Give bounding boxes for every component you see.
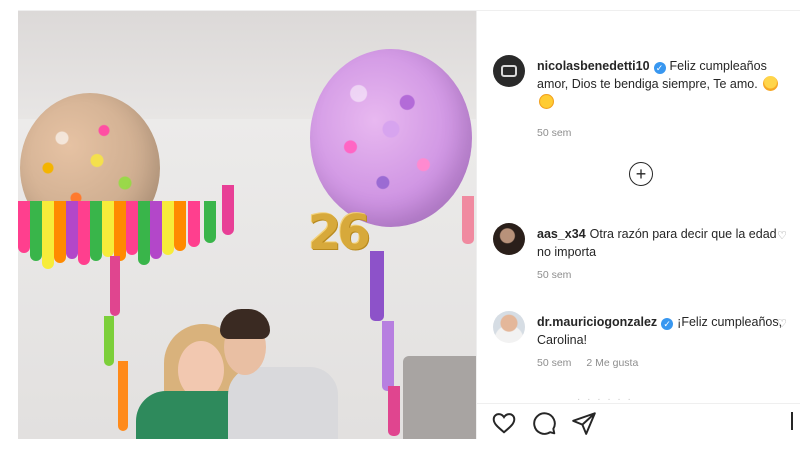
plus-circle-icon: + <box>635 164 647 184</box>
avatar[interactable] <box>493 311 525 343</box>
comment-time[interactable]: 50 sem <box>537 127 571 139</box>
comment-likes[interactable]: 2 Me gusta <box>586 357 638 369</box>
comment-text-block: dr.mauriciogonzalez ✓ ¡Feliz cumpleaños, C… <box>537 313 787 349</box>
comment-username[interactable]: aas_x34 <box>537 227 586 241</box>
send-icon[interactable] <box>571 410 597 436</box>
comment-meta: 50 sem 2 Me gusta <box>537 357 650 369</box>
kiss-emoji-icon <box>539 94 554 109</box>
comments-panel: nicolasbenedetti10 ✓ Feliz cumpleaños amor… <box>476 11 800 439</box>
comment-text-block: aas_x34 Otra razón para decir que la edad… <box>537 225 787 261</box>
comment-username[interactable]: nicolasbenedetti10 <box>537 59 650 73</box>
man-shirt <box>228 367 338 439</box>
face-emoji-icon <box>763 76 779 91</box>
man-hair <box>220 309 270 339</box>
comment-meta: 50 sem <box>537 269 583 281</box>
comment-icon[interactable] <box>531 410 557 436</box>
heart-icon[interactable] <box>491 410 517 436</box>
load-more-comments-button[interactable]: + <box>629 162 653 186</box>
comment-time[interactable]: 50 sem <box>537 269 571 281</box>
comment-username[interactable]: dr.mauriciogonzalez <box>537 315 657 329</box>
avatar[interactable] <box>493 223 525 255</box>
tassel-garland <box>18 185 258 291</box>
verified-badge-icon: ✓ <box>661 318 674 330</box>
instagram-post-window: 26 nicolasbenedetti10 ✓ Feliz cumpleaños a… <box>18 10 800 440</box>
confetti-balloon-right <box>310 49 472 227</box>
post-photo[interactable]: 26 <box>18 11 476 439</box>
post-action-bar <box>477 403 800 439</box>
avatar[interactable] <box>493 55 525 87</box>
verified-badge-icon: ✓ <box>653 62 666 74</box>
heart-small-icon[interactable]: ♡ <box>777 317 787 330</box>
balloon-number-26: 26 <box>308 205 371 261</box>
comment-time[interactable]: 50 sem <box>537 357 571 369</box>
comment-meta: 50 sem <box>537 127 583 139</box>
photo-sofa <box>403 356 476 439</box>
comment-text-block: nicolasbenedetti10 ✓ Feliz cumpleaños amor… <box>537 57 787 111</box>
save-bookmark-icon[interactable] <box>791 412 793 430</box>
heart-small-icon[interactable]: ♡ <box>777 229 787 242</box>
